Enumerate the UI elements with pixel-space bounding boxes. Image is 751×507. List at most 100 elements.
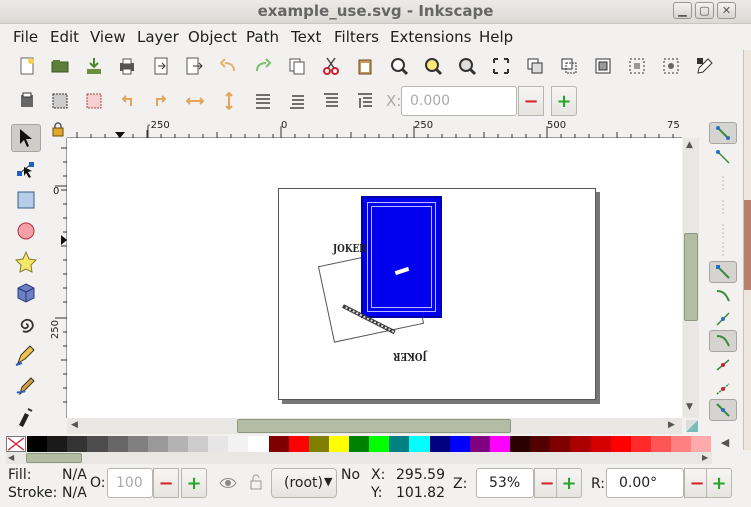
snap-enable-icon[interactable] [709,122,737,144]
palette-swatch[interactable] [228,436,249,452]
drawing-canvas[interactable]: JOKER JOKER [67,138,682,418]
scroll-right-arrow-icon[interactable]: ▶ [668,420,675,430]
palette-swatch[interactable] [691,436,712,452]
x-decrement-button[interactable]: − [518,86,544,116]
zoom-page-width-icon[interactable] [489,54,513,78]
select-all-icon[interactable] [15,89,39,113]
menu-file[interactable]: File [13,28,38,46]
vertical-scroll-thumb[interactable] [684,233,698,321]
lower-icon[interactable] [285,89,309,113]
palette-swatch[interactable] [510,436,531,452]
rotate-cw-icon[interactable] [149,89,173,113]
toggle-visibility-icon[interactable] [218,474,238,492]
flip-horizontal-icon[interactable] [183,89,207,113]
import-icon[interactable] [82,54,106,78]
palette-swatch[interactable] [389,436,410,452]
open-icon[interactable] [48,54,72,78]
x-input[interactable]: 0.000 [401,86,517,116]
maximize-button[interactable]: ▢ [695,2,714,19]
palette-swatch[interactable] [671,436,692,452]
deselect-icon[interactable] [82,89,106,113]
palette-swatch[interactable] [610,436,631,452]
palette-scroll-right-icon[interactable]: ▶ [702,453,708,462]
palette-swatch[interactable] [288,436,309,452]
menu-text[interactable]: Text [291,28,321,46]
joker-label-bottom[interactable]: JOKER [393,350,427,363]
zoom-in-button[interactable]: + [556,468,582,498]
ungroup-icon[interactable] [659,54,683,78]
clone-icon[interactable] [557,54,581,78]
scroll-down-arrow-icon[interactable]: ▼ [686,402,693,412]
snap-object-center-icon[interactable] [709,399,737,421]
layer-dropdown[interactable]: (root) ▼ [271,468,337,498]
menu-filters[interactable]: Filters [334,28,379,46]
palette-menu-icon[interactable]: ◀ [713,436,737,452]
blue-card[interactable] [361,196,442,318]
paste-icon[interactable] [353,54,377,78]
raise-to-top-icon[interactable] [353,89,377,113]
unlink-clone-icon[interactable] [591,54,615,78]
vertical-scrollbar[interactable]: ▲ ▼ [683,138,699,418]
x-increment-button[interactable]: + [551,86,577,116]
palette-swatch[interactable] [469,436,490,452]
palette-swatch[interactable] [308,436,329,452]
scroll-left-arrow-icon[interactable]: ◀ [71,420,78,430]
palette-swatch[interactable] [328,436,349,452]
snap-cusp-nodes-icon[interactable] [709,330,737,352]
fill-value[interactable]: N/A [62,467,87,483]
menu-view[interactable]: View [90,28,126,46]
snap-bbox-edge-icon[interactable] [709,172,737,194]
zoom-selection-icon[interactable] [387,54,411,78]
palette-swatch[interactable] [248,436,269,452]
flip-vertical-icon[interactable] [217,89,241,113]
pencil-tool[interactable] [11,341,41,369]
redo-icon[interactable] [250,54,274,78]
horizontal-scroll-thumb[interactable] [237,419,511,433]
palette-swatch[interactable] [188,436,209,452]
selector-tool[interactable] [11,124,41,152]
select-all-layers-icon[interactable] [48,89,72,113]
palette-swatch[interactable] [167,436,188,452]
stroke-value[interactable]: N/A [62,485,87,501]
star-tool[interactable] [11,248,41,276]
palette-swatch[interactable] [107,436,128,452]
menu-edit[interactable]: Edit [50,28,79,46]
palette-swatch[interactable] [67,436,88,452]
menu-help[interactable]: Help [479,28,513,46]
menu-layer[interactable]: Layer [137,28,179,46]
3d-box-tool[interactable] [11,279,41,307]
close-button[interactable]: ✕ [717,2,736,19]
menu-object[interactable]: Object [188,28,237,46]
palette-swatch[interactable] [570,436,591,452]
rotation-input[interactable]: 0.00° [606,468,684,498]
palette-scrollbar[interactable]: ◀ ▶ [6,452,712,464]
palette-scroll-left-icon[interactable]: ◀ [8,453,14,462]
zoom-input[interactable]: 53% [476,468,534,498]
snap-smooth-nodes-icon[interactable] [709,354,737,376]
zoom-page-icon[interactable] [455,54,479,78]
spiral-tool[interactable] [11,310,41,338]
no-paint-swatch[interactable] [6,436,26,452]
snap-nodes-icon[interactable] [709,261,737,283]
rectangle-tool[interactable] [11,186,41,214]
palette-swatch[interactable] [530,436,551,452]
palette-swatch[interactable] [147,436,168,452]
menu-extensions[interactable]: Extensions [390,28,471,46]
print-icon[interactable] [115,54,139,78]
palette-scroll-thumb[interactable] [26,453,82,463]
snap-bbox-corner-icon[interactable] [709,196,737,218]
palette-swatch[interactable] [489,436,510,452]
zoom-drawing-icon[interactable] [421,54,445,78]
minimize-button[interactable]: ▁ [673,2,692,19]
fill-stroke-icon[interactable] [693,54,717,78]
import-bitmap-icon[interactable] [149,54,173,78]
palette-swatch[interactable] [87,436,108,452]
palette-swatch[interactable] [429,436,450,452]
palette-swatch[interactable] [47,436,68,452]
palette-swatch[interactable] [650,436,671,452]
snap-bbox-icon[interactable] [709,146,737,168]
pen-tool[interactable] [11,372,41,400]
palette-swatch[interactable] [630,436,651,452]
palette-swatch[interactable] [590,436,611,452]
group-icon[interactable] [625,54,649,78]
